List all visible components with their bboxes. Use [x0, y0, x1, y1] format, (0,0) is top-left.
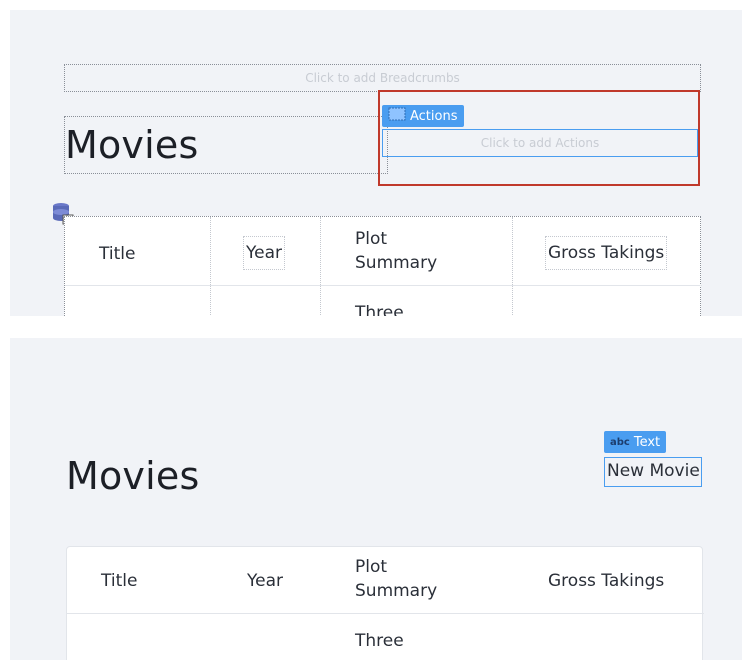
- movies-table: Title Year Plot Summary Gross Takings Th…: [66, 546, 704, 660]
- column-header-title[interactable]: Title: [101, 569, 137, 593]
- preview-canvas-bottom: Movies abc Text New Movie Title Year Plo…: [10, 338, 742, 660]
- text-component-icon: abc: [610, 436, 630, 448]
- page-title: Movies: [66, 454, 200, 498]
- column-header-year[interactable]: Year: [243, 236, 285, 270]
- column-header-title[interactable]: Title: [99, 242, 135, 266]
- new-movie-link[interactable]: New Movie: [607, 461, 700, 481]
- actions-tag-label: Actions: [410, 108, 458, 124]
- page-title-box[interactable]: Movies: [64, 116, 388, 174]
- column-header-plot-summary[interactable]: Plot Summary: [355, 227, 437, 275]
- breadcrumbs-placeholder: Click to add Breadcrumbs: [305, 71, 460, 85]
- actions-dropzone[interactable]: Click to add Actions: [382, 129, 698, 157]
- design-canvas-top: Click to add Breadcrumbs Movies Actions …: [10, 10, 742, 316]
- new-movie-text-box[interactable]: New Movie: [604, 457, 702, 487]
- table-cell-plot: Three: [355, 631, 404, 651]
- component-icon: [388, 107, 406, 125]
- movies-table-design[interactable]: Title Year Plot Summary Gross Takings Th…: [64, 216, 702, 316]
- column-header-plot-summary[interactable]: Plot Summary: [355, 555, 437, 603]
- table-cell-plot: Three: [355, 303, 404, 316]
- actions-selection-frame[interactable]: Actions Click to add Actions: [378, 90, 700, 186]
- breadcrumbs-dropzone[interactable]: Click to add Breadcrumbs: [64, 64, 701, 92]
- text-tag[interactable]: abc Text: [604, 431, 667, 453]
- actions-placeholder: Click to add Actions: [480, 136, 600, 150]
- text-tag-label: Text: [633, 434, 661, 450]
- column-header-year[interactable]: Year: [247, 569, 283, 593]
- column-header-gross-takings[interactable]: Gross Takings: [548, 569, 664, 593]
- page-title: Movies: [65, 123, 199, 167]
- column-header-gross-takings[interactable]: Gross Takings: [545, 236, 668, 270]
- actions-tag[interactable]: Actions: [382, 105, 464, 127]
